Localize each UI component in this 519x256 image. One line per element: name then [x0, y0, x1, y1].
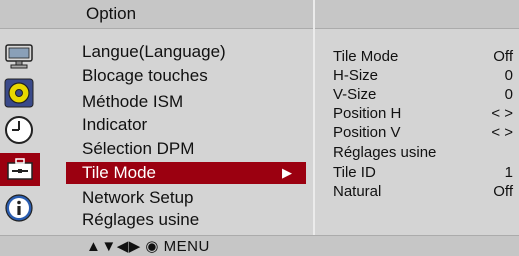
detail-label: Position H — [333, 105, 402, 122]
detail-row-factory-reset[interactable]: Réglages usine — [333, 144, 513, 164]
detail-value: < > — [491, 105, 513, 122]
detail-value: 0 — [504, 86, 513, 103]
detail-value: Off — [493, 48, 513, 65]
menu-item-label: Tile Mode — [82, 163, 157, 182]
detail-row-h-size[interactable]: H-Size 0 — [333, 67, 513, 87]
monitor-icon[interactable] — [4, 42, 34, 72]
detail-row-position-h[interactable]: Position H < > — [333, 105, 513, 125]
menu-item-language[interactable]: Langue(Language) — [82, 40, 226, 64]
title-bar: Option — [0, 0, 519, 29]
detail-label: Natural — [333, 183, 382, 200]
submenu-arrow-icon: ▶ — [282, 165, 292, 180]
detail-label: Tile Mode — [333, 48, 399, 65]
menu-item-dpm-select[interactable]: Sélection DPM — [82, 137, 194, 161]
page-title: Option — [86, 4, 137, 23]
detail-label: H-Size — [333, 67, 379, 84]
menu-item-tile-mode[interactable]: Tile Mode ▶ — [66, 162, 306, 184]
navigation-hint: ▲▼◀▶ ◉ MENU — [86, 238, 210, 255]
detail-label: V-Size — [333, 86, 377, 103]
osd-panel: Option Langue(Language) Blocage touches … — [0, 0, 519, 256]
menu-item-ism-method[interactable]: Méthode ISM — [82, 90, 183, 114]
detail-value: 0 — [504, 67, 513, 84]
detail-value: Off — [493, 183, 513, 200]
detail-label: Tile ID — [333, 164, 376, 181]
detail-value: 1 — [504, 164, 513, 181]
menu-item-network-setup[interactable]: Network Setup — [82, 186, 194, 210]
detail-row-natural[interactable]: Natural Off — [333, 183, 513, 203]
info-icon[interactable] — [4, 193, 34, 223]
detail-row-tile-mode[interactable]: Tile Mode Off — [333, 48, 513, 68]
panel-divider — [313, 0, 315, 255]
detail-row-v-size[interactable]: V-Size 0 — [333, 86, 513, 106]
detail-label: Réglages usine — [333, 144, 437, 161]
detail-row-tile-id[interactable]: Tile ID 1 — [333, 164, 513, 184]
detail-row-position-v[interactable]: Position V < > — [333, 124, 513, 144]
footer-bar: ▲▼◀▶ ◉ MENU — [0, 235, 519, 256]
menu-item-indicator[interactable]: Indicator — [82, 113, 147, 137]
menu-item-key-lock[interactable]: Blocage touches — [82, 64, 208, 88]
menu-item-factory-reset[interactable]: Réglages usine — [82, 208, 199, 232]
toolbox-icon[interactable] — [0, 153, 40, 186]
detail-value: < > — [491, 124, 513, 141]
clock-icon[interactable] — [4, 115, 34, 145]
disc-icon[interactable] — [4, 78, 34, 108]
detail-label: Position V — [333, 124, 401, 141]
